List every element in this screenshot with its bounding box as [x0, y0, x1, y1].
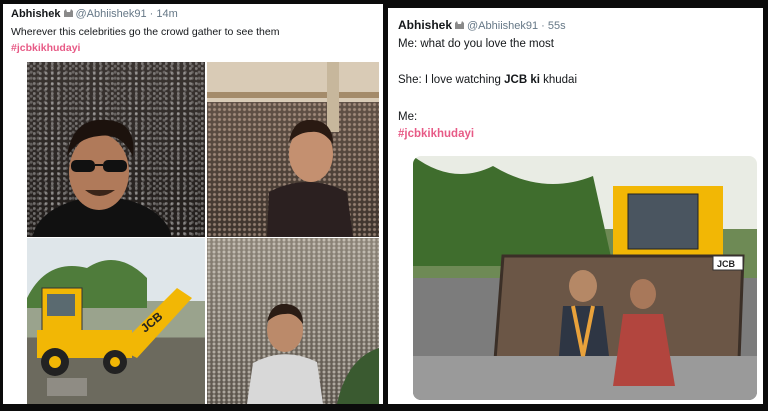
- wedding-bucket-illustration: JCB: [413, 156, 757, 400]
- line2-bold: JCB ki: [504, 74, 540, 86]
- tweet-time[interactable]: 14m: [156, 8, 177, 20]
- cat-emoji-icon: [63, 9, 73, 17]
- tweet-text: Wherever this celebrities go the crowd g…: [11, 26, 280, 38]
- tweet-time[interactable]: 55s: [548, 20, 566, 32]
- tweet-card-left: Abhishek @Abhiishek91 · 14m Wherever this…: [3, 4, 383, 404]
- tweet-line-2: She: I love watching JCB ki khudai: [398, 74, 577, 86]
- hashtag-link[interactable]: #jcbkikhudayi: [398, 128, 474, 140]
- author-name[interactable]: Abhishek: [11, 8, 61, 20]
- line2-prefix: She: I love watching: [398, 74, 505, 86]
- wedding-jcb-photo[interactable]: JCB: [413, 156, 757, 400]
- line2-suffix: khudai: [539, 74, 578, 86]
- author-handle[interactable]: @Abhiishek91: [76, 8, 147, 20]
- celebrity-selfie-photo-3[interactable]: [207, 238, 379, 404]
- author-handle[interactable]: @Abhiishek91: [467, 20, 538, 32]
- tweet-card-right: Abhishek @Abhiishek91 · 55s Me: what do y…: [388, 8, 763, 404]
- tweet-header: Abhishek @Abhiishek91 · 14m: [11, 8, 178, 20]
- selfie-illustration: [32, 119, 172, 237]
- mall-crowd-illustration: [207, 62, 379, 237]
- tweet-header: Abhishek @Abhiishek91 · 55s: [398, 18, 566, 32]
- cat-emoji-icon: [455, 21, 465, 29]
- tweet-line-1: Me: what do you love the most: [398, 38, 554, 50]
- jcb-excavator-photo[interactable]: JCB: [27, 238, 205, 404]
- hashtag-link[interactable]: #jcbkikhudayi: [11, 42, 80, 54]
- celebrity-selfie-photo-1[interactable]: [27, 62, 205, 237]
- excavator-illustration: JCB: [27, 260, 192, 396]
- author-name[interactable]: Abhishek: [398, 18, 452, 32]
- bucket-plate-text: JCB: [717, 259, 736, 269]
- crowd-selfie-illustration: [247, 303, 379, 404]
- tweet-line-3: Me:: [398, 111, 418, 123]
- celebrity-selfie-photo-2[interactable]: [207, 62, 379, 237]
